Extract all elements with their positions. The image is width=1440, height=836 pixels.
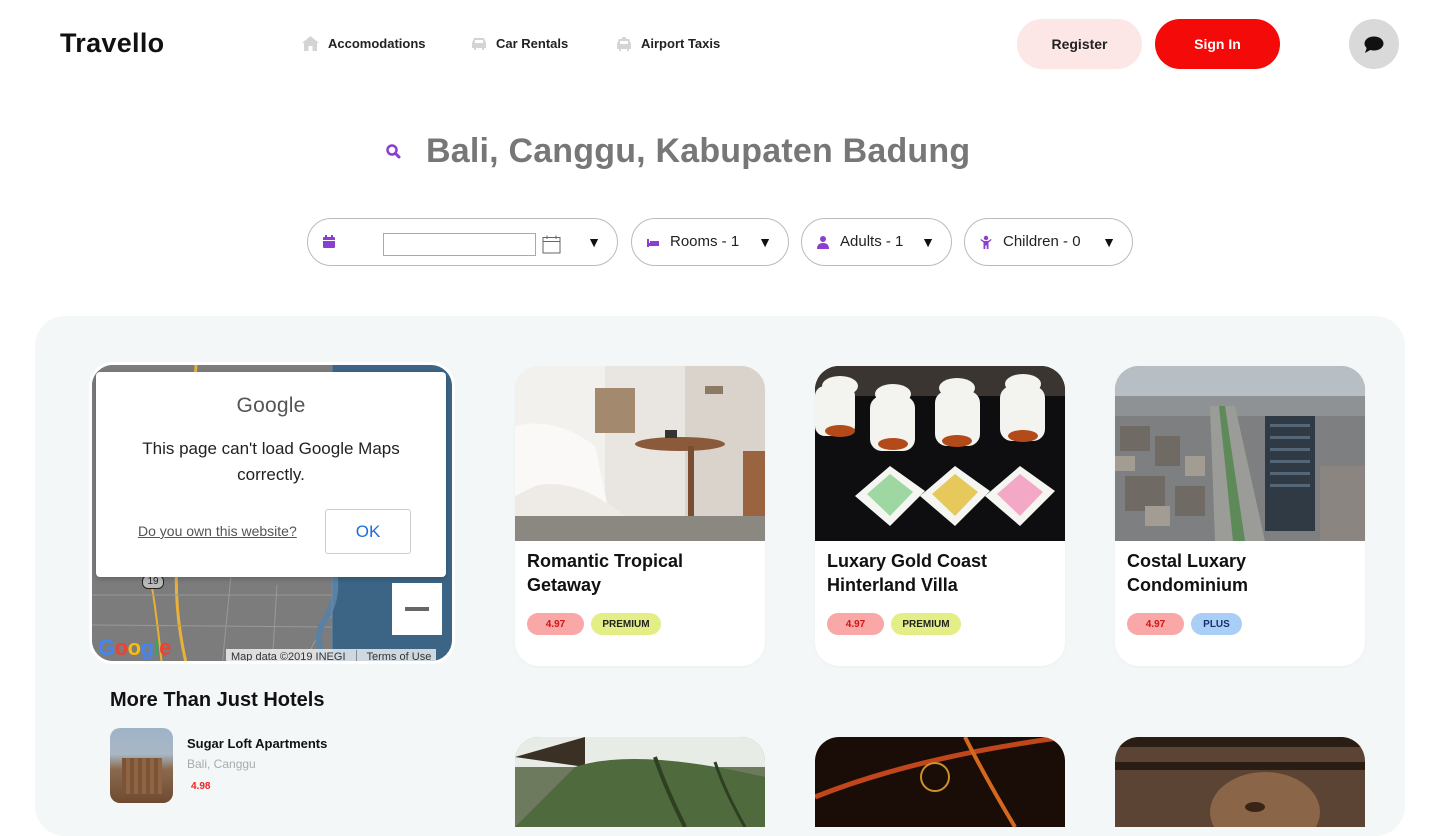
listing-card[interactable]	[515, 737, 765, 827]
tier-badge: PREMIUM	[891, 613, 961, 635]
more-section-title: More Than Just Hotels	[110, 689, 325, 711]
listing-title: Romantic Tropical Getaway	[527, 551, 684, 595]
search-bar[interactable]: Bali, Canggu, Kabupaten Badung	[385, 132, 970, 171]
nav-airport-taxis-label: Airport Taxis	[641, 36, 721, 51]
listing-title: Luxary Gold Coast Hinterland Villa	[827, 551, 988, 595]
taxi-icon	[617, 36, 631, 51]
minus-icon	[405, 607, 429, 611]
listing-image	[815, 737, 1065, 827]
rating-badge: 4.97	[1127, 613, 1184, 635]
nav-airport-taxis[interactable]: Airport Taxis	[616, 36, 720, 51]
map-data-credit: Map data ©2019 INEGI	[231, 651, 346, 663]
list-item-location: Bali, Canggu	[187, 757, 256, 771]
chevron-down-icon[interactable]: ▼	[587, 234, 601, 250]
zoom-out-button[interactable]	[392, 583, 442, 635]
nav-car-rentals-label: Car Rentals	[496, 36, 569, 51]
listing-title: Costal Luxary Condominium	[1127, 551, 1248, 595]
listing-image	[815, 366, 1065, 541]
children-label: Children - 0	[1003, 233, 1081, 250]
register-button[interactable]: Register	[1017, 19, 1142, 69]
rooms-select[interactable]: Rooms - 1 ▼	[631, 218, 789, 266]
listing-card[interactable]	[815, 737, 1065, 827]
chevron-down-icon[interactable]: ▼	[921, 234, 935, 250]
tier-badge: PLUS	[1191, 613, 1242, 635]
listing-image	[515, 737, 765, 827]
adults-select[interactable]: Adults - 1 ▼	[801, 218, 952, 266]
child-icon	[980, 235, 992, 249]
home-icon	[302, 36, 319, 51]
listing-image	[1115, 737, 1365, 827]
listing-image	[1115, 366, 1365, 541]
own-website-link[interactable]: Do you own this website?	[138, 523, 297, 539]
chat-button[interactable]	[1349, 19, 1399, 69]
listing-card[interactable]	[1115, 737, 1365, 827]
search-query[interactable]: Bali, Canggu, Kabupaten Badung	[426, 132, 970, 171]
listing-thumbnail	[110, 728, 173, 803]
date-input[interactable]	[383, 233, 536, 256]
nav-car-rentals[interactable]: Car Rentals	[471, 36, 568, 51]
terms-of-use-link[interactable]: Terms of Use	[367, 651, 432, 661]
rooms-label: Rooms - 1	[670, 233, 740, 250]
bed-icon	[647, 239, 659, 247]
chevron-down-icon[interactable]: ▼	[758, 234, 772, 250]
date-filter[interactable]: ▼	[307, 218, 618, 266]
rating-badge: 4.97	[827, 613, 884, 635]
list-item[interactable]: Sugar Loft Apartments Bali, Canggu 4.98	[110, 728, 450, 804]
ok-button[interactable]: OK	[325, 509, 411, 554]
person-icon	[817, 236, 829, 249]
tier-badge: PREMIUM	[591, 613, 661, 635]
nav-accomodations-label: Accomodations	[328, 36, 426, 51]
nav-accomodations[interactable]: Accomodations	[302, 36, 426, 51]
date-picker-icon[interactable]	[542, 235, 561, 254]
calendar-icon	[323, 235, 335, 248]
list-item-rating: 4.98	[191, 781, 211, 792]
dialog-message: This page can't load Google Maps correct…	[142, 439, 400, 484]
children-select[interactable]: Children - 0 ▼	[964, 218, 1133, 266]
dialog-brand: Google	[236, 394, 306, 417]
adults-label: Adults - 1	[840, 233, 904, 250]
car-icon	[472, 38, 486, 50]
search-icon	[386, 143, 401, 158]
listing-card[interactable]: Luxary Gold Coast Hinterland Villa 4.97 …	[815, 366, 1065, 666]
sign-in-button[interactable]: Sign In	[1155, 19, 1280, 69]
listing-image	[515, 366, 765, 541]
road-number: 19	[142, 575, 164, 589]
google-logo: Google	[98, 635, 171, 660]
listing-card[interactable]: Romantic Tropical Getaway 4.97 PREMIUM	[515, 366, 765, 666]
chat-icon	[1364, 36, 1384, 53]
map-credit: Map data ©2019 INEGI Terms of Use	[226, 649, 437, 663]
header: Travello Accomodations Car Rentals Airpo…	[0, 0, 1440, 90]
listing-card[interactable]: Costal Luxary Condominium 4.97 PLUS	[1115, 366, 1365, 666]
rating-badge: 4.97	[527, 613, 584, 635]
maps-error-dialog: Google This page can't load Google Maps …	[96, 372, 446, 577]
logo[interactable]: Travello	[60, 28, 164, 59]
chevron-down-icon[interactable]: ▼	[1102, 234, 1116, 250]
list-item-name: Sugar Loft Apartments	[187, 736, 328, 751]
